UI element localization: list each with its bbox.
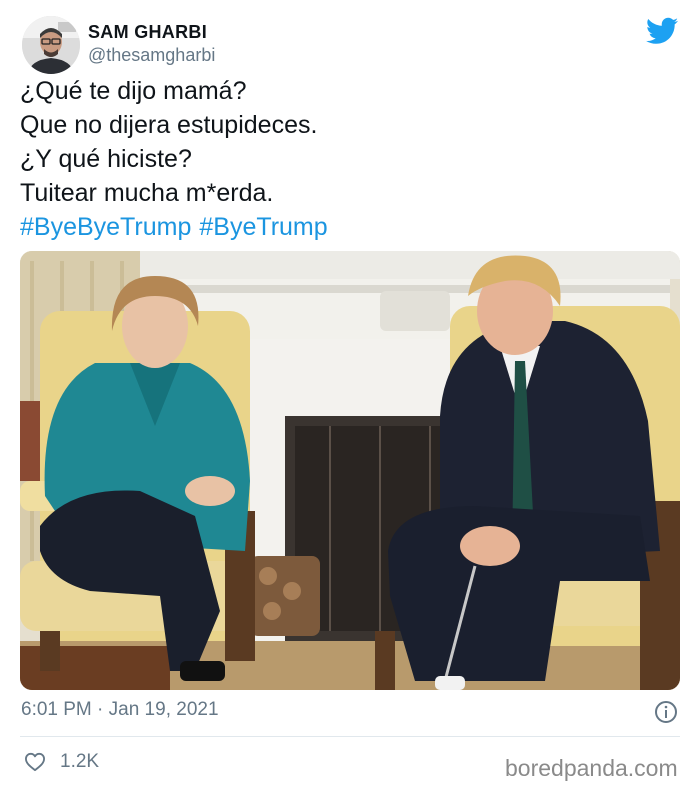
tweet-text: ¿Qué te dijo mamá? Que no dijera estupid… — [20, 74, 680, 244]
twitter-bird-icon[interactable] — [646, 17, 678, 45]
avatar[interactable] — [22, 16, 80, 74]
tweet-line: ¿Qué te dijo mamá? — [20, 77, 247, 105]
hashtag-link[interactable]: #ByeByeTrump — [20, 213, 191, 241]
tweet-line: ¿Y qué hiciste? — [20, 145, 192, 173]
like-count[interactable]: 1.2K — [60, 751, 99, 773]
tweet-card: SAM GHARBI @thesamgharbi ¿Qué te dijo ma… — [0, 0, 700, 790]
author-name[interactable]: SAM GHARBI — [88, 22, 207, 43]
info-icon[interactable] — [654, 700, 678, 724]
tweet-line: Tuitear mucha m*erda. — [20, 179, 274, 207]
photo-illustration — [20, 251, 680, 690]
tweet-line: Que no dijera estupideces. — [20, 111, 318, 139]
hashtag-row: #ByeByeTrump #ByeTrump — [20, 210, 680, 244]
divider — [20, 736, 680, 737]
author-handle[interactable]: @thesamgharbi — [88, 45, 215, 66]
hashtag-link[interactable]: #ByeTrump — [199, 213, 327, 241]
tweet-timestamp[interactable]: 6:01 PM · Jan 19, 2021 — [21, 699, 219, 721]
heart-icon[interactable] — [24, 752, 46, 772]
watermark: boredpanda.com — [505, 755, 678, 781]
tweet-photo[interactable] — [20, 251, 680, 690]
